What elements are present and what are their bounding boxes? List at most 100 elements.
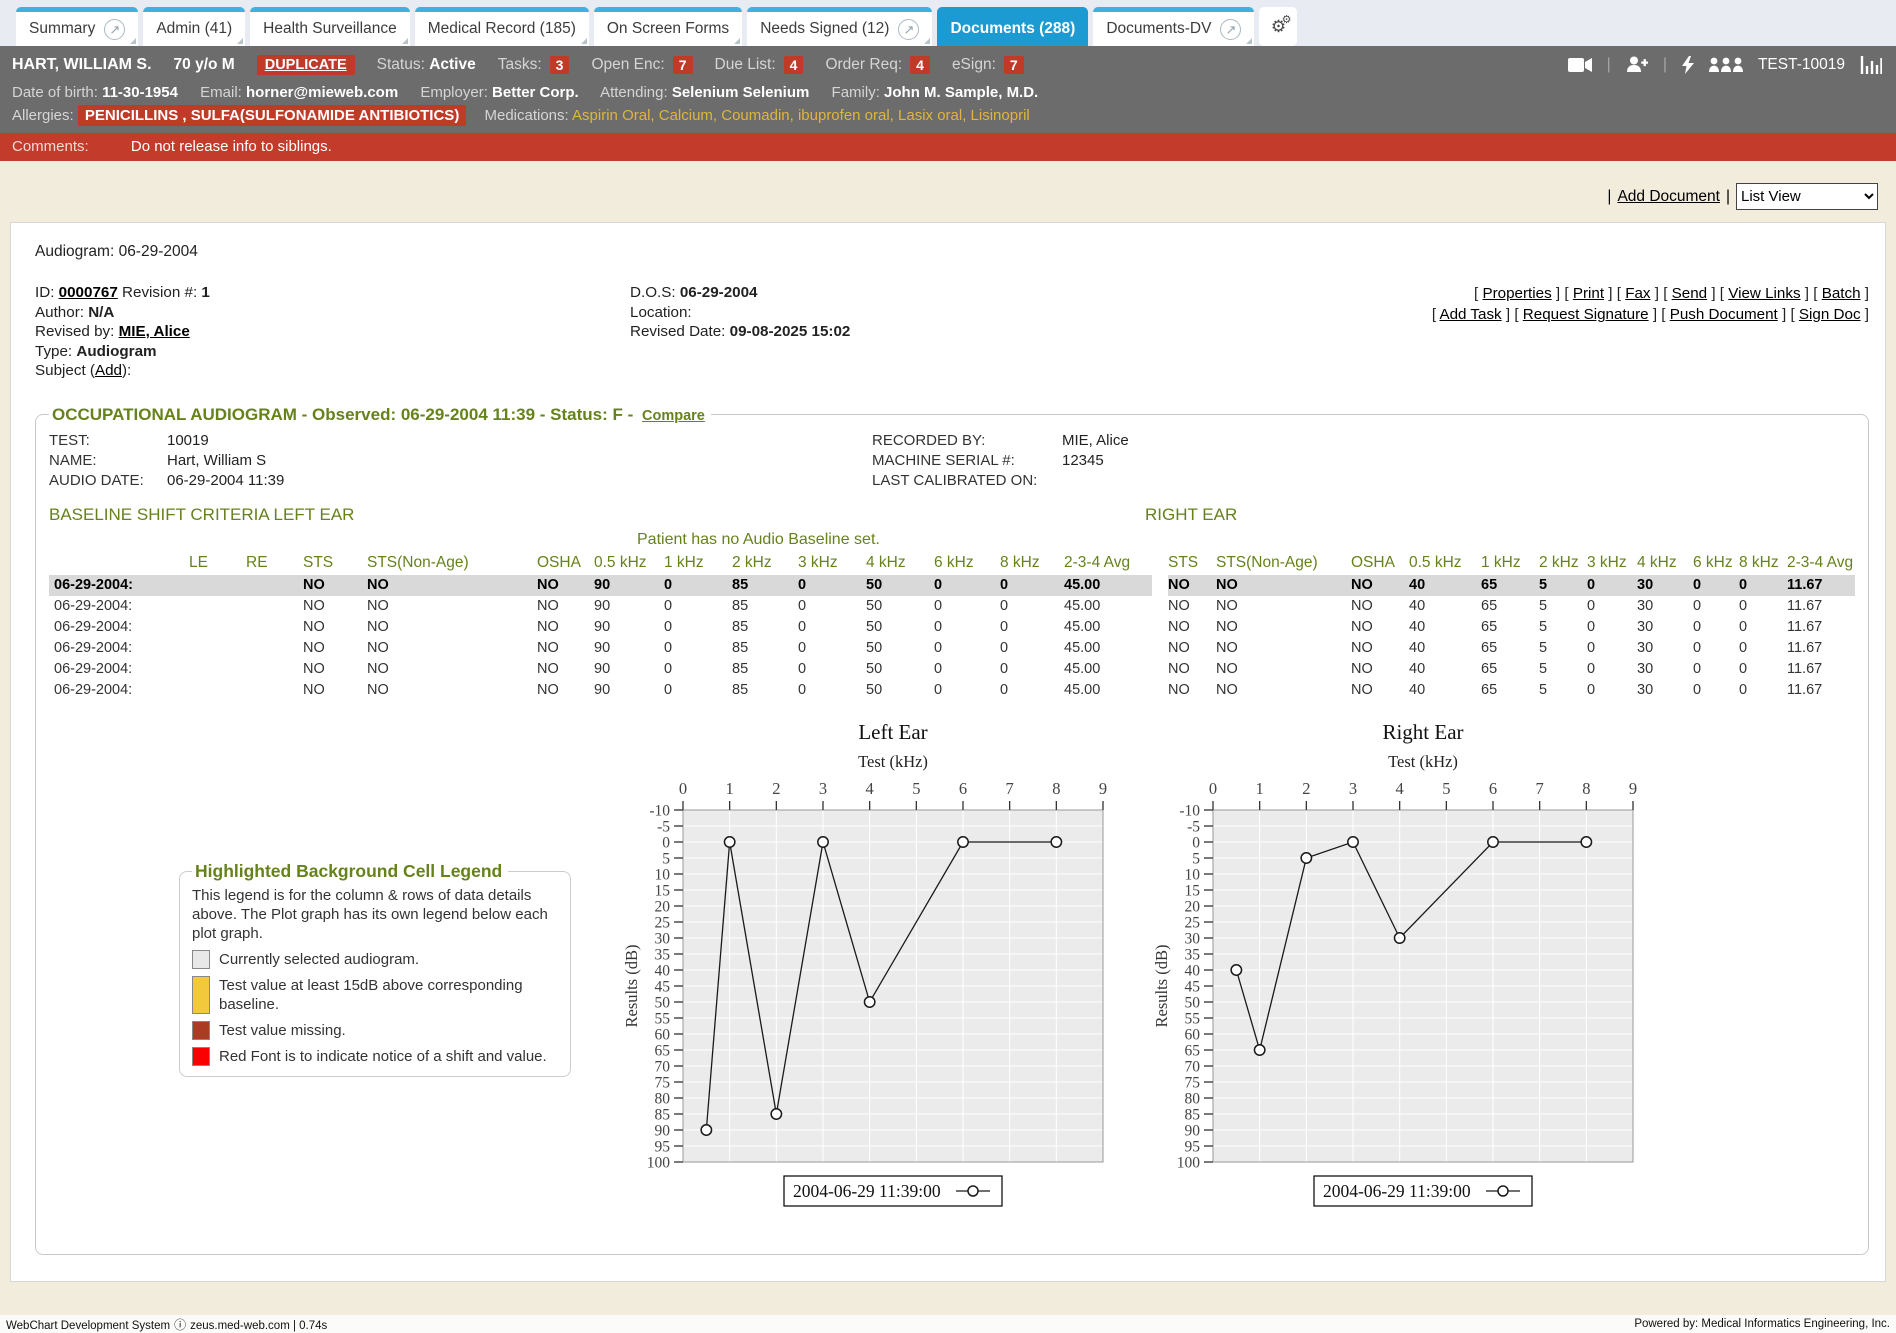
svg-text:9: 9 [1099,779,1107,798]
view-links-link[interactable]: View Links [1728,285,1800,302]
svg-text:3: 3 [1349,779,1357,798]
system-id: TEST-10019 [1758,56,1845,74]
audiogram-info-row: NAME:Hart, William SMACHINE SERIAL #:123… [49,451,1855,471]
sign-doc-link[interactable]: Sign Doc [1799,306,1861,323]
svg-text:4: 4 [1396,779,1404,798]
subject-add-link[interactable]: Add [95,362,122,379]
tab-medical-record-185[interactable]: Medical Record (185) [415,7,589,46]
document-panel: Audiogram: 06-29-2004 ID: 0000767 Revisi… [10,222,1886,1282]
audiogram-section-title: OCCUPATIONAL AUDIOGRAM - Observed: 06-29… [49,405,711,425]
svg-text:95: 95 [655,1138,671,1155]
document-actions-row2: [ Add Task ] [ Request Signature ] [ Pus… [1329,304,1869,325]
settings-button[interactable]: ⚙ ⚙ [1259,7,1297,46]
counter-badge[interactable]: 3 [550,56,570,74]
svg-text:Test (kHz): Test (kHz) [858,752,928,771]
tab-needs-signed-12[interactable]: Needs Signed (12)↗ [747,7,932,46]
tab-admin-41[interactable]: Admin (41) [143,7,245,46]
svg-text:60: 60 [655,1026,671,1043]
svg-text:Results (dB): Results (dB) [622,944,641,1027]
svg-text:65: 65 [1185,1042,1201,1059]
counter-badge[interactable]: 4 [784,56,804,74]
lightning-icon[interactable] [1682,56,1694,74]
push-document-link[interactable]: Push Document [1670,306,1778,323]
document-id-link[interactable]: 0000767 [59,284,118,301]
svg-text:6: 6 [1489,779,1497,798]
popout-icon[interactable]: ↗ [898,19,919,40]
no-baseline-note: Patient has no Audio Baseline set. [637,531,1855,549]
chart-icon[interactable] [1860,56,1882,74]
counter-order-req: Order Req:4 [825,56,929,74]
add-user-icon[interactable] [1626,56,1648,73]
counter-tasks: Tasks:3 [498,56,570,74]
gear-small-icon: ⚙ [1282,13,1292,26]
tab-health-surveillance[interactable]: Health Surveillance [250,7,410,46]
svg-text:45: 45 [1185,978,1201,995]
add-document-link[interactable]: Add Document [1617,188,1720,206]
revised-by-link[interactable]: MIE, Alice [119,323,190,340]
email-value: horner@mieweb.com [246,84,398,101]
svg-text:80: 80 [1185,1090,1201,1107]
svg-text:15: 15 [655,882,671,899]
counter-badge[interactable]: 7 [673,56,693,74]
tab-documents-288[interactable]: Documents (288) [937,7,1088,46]
video-camera-icon[interactable] [1568,57,1592,73]
svg-text:90: 90 [655,1122,671,1139]
baseline-headings: BASELINE SHIFT CRITERIA LEFT EAR RIGHT E… [49,505,1855,527]
patient-status: Status: Active [377,56,476,74]
charts-area: Highlighted Background Cell Legend This … [49,715,1855,1240]
svg-text:0: 0 [662,834,670,851]
separator: | [1663,56,1667,74]
audiogram-info-row: TEST:10019RECORDED BY:MIE, Alice [49,431,1855,451]
properties-link[interactable]: Properties [1482,285,1551,302]
table-row: 06-29-2004:NONONO900850500045.00NONONO40… [49,596,1855,617]
svg-text:Test (kHz): Test (kHz) [1388,752,1458,771]
svg-text:7: 7 [1536,779,1544,798]
view-select[interactable]: List View [1736,183,1878,210]
tab-menu-fold [1246,38,1252,44]
svg-text:35: 35 [1185,946,1201,963]
svg-text:8: 8 [1582,779,1590,798]
compare-link[interactable]: Compare [642,408,705,424]
document-header: ID: 0000767 Revision #: 1 Author: N/A Re… [35,283,1869,381]
counter-due-list: Due List:4 [715,56,804,74]
svg-text:100: 100 [1177,1154,1201,1171]
print-link[interactable]: Print [1573,285,1604,302]
svg-text:100: 100 [647,1154,671,1171]
comments-text: Do not release info to siblings. [131,138,332,155]
tab-label: On Screen Forms [607,20,729,38]
request-signature-link[interactable]: Request Signature [1523,306,1649,323]
patient-group-icon[interactable] [1709,57,1743,73]
svg-text:5: 5 [1442,779,1450,798]
batch-link[interactable]: Batch [1822,285,1861,302]
add-task-link[interactable]: Add Task [1439,306,1501,323]
svg-text:0: 0 [1192,834,1200,851]
counter-badge[interactable]: 7 [1004,56,1024,74]
fax-link[interactable]: Fax [1625,285,1650,302]
svg-text:40: 40 [1185,962,1201,979]
svg-text:50: 50 [1185,994,1201,1011]
tab-summary[interactable]: Summary ↗ [16,7,138,46]
tab-menu-fold [734,38,740,44]
popout-icon[interactable]: ↗ [1220,19,1241,40]
svg-text:2: 2 [772,779,780,798]
baseline-right-title: RIGHT EAR [1145,505,1237,525]
patient-age-sex: 70 y/o M [174,56,235,74]
svg-text:25: 25 [1185,914,1201,931]
allergies-badge[interactable]: PENICILLINS , SULFA(SULFONAMIDE ANTIBIOT… [78,105,466,126]
attending-value: Selenium Selenium [672,84,810,101]
counter-badge[interactable]: 4 [910,56,930,74]
tab-documents-dv[interactable]: Documents-DV↗ [1093,7,1254,46]
separator: | [1607,56,1611,74]
tab-label: Summary [29,20,95,38]
svg-text:2: 2 [1302,779,1310,798]
tab-on-screen-forms[interactable]: On Screen Forms [594,7,742,46]
svg-text:70: 70 [655,1058,671,1075]
send-link[interactable]: Send [1672,285,1707,302]
popout-icon[interactable]: ↗ [104,19,125,40]
baseline-left-title: BASELINE SHIFT CRITERIA LEFT EAR [49,505,354,524]
tab-menu-fold [402,38,408,44]
svg-text:30: 30 [655,930,671,947]
legend-swatch [192,976,210,1014]
duplicate-badge[interactable]: DUPLICATE [257,55,355,75]
audiogram-info-row: AUDIO DATE:06-29-2004 11:39LAST CALIBRAT… [49,471,1855,491]
